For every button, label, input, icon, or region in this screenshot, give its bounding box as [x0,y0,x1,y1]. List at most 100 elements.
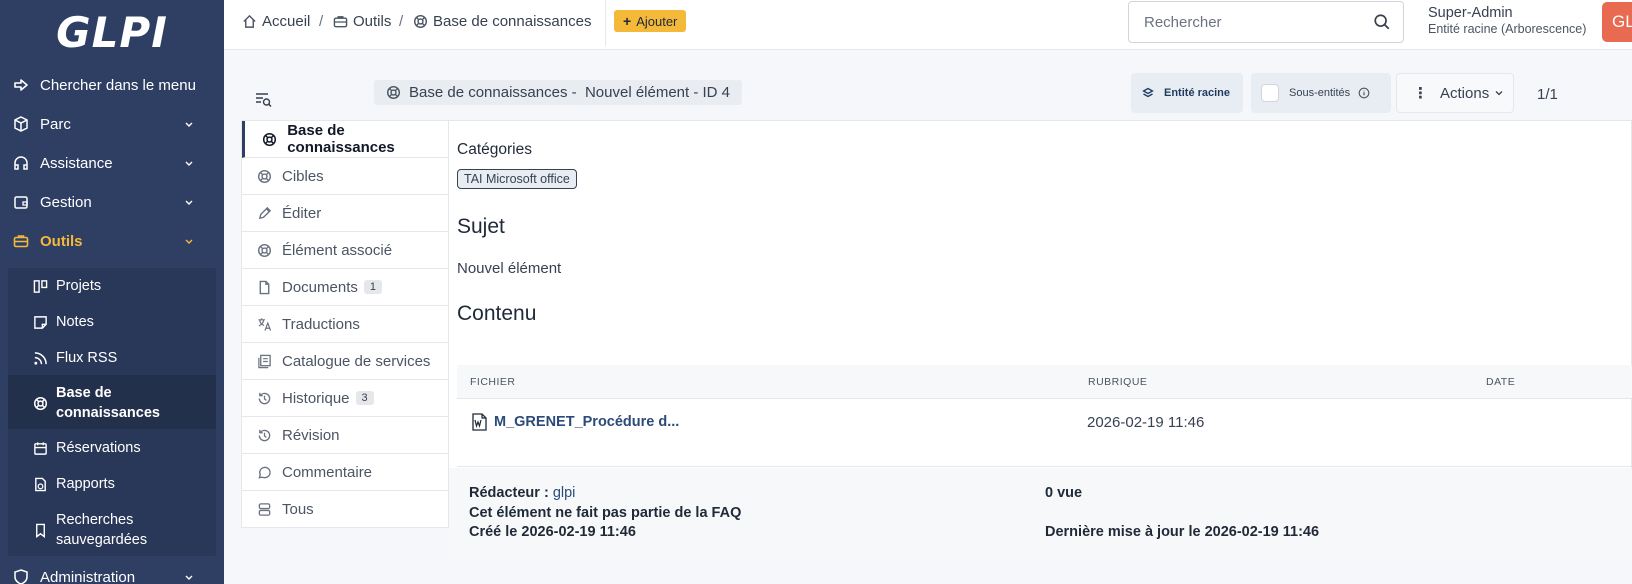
lifebuoy-icon [256,169,272,184]
chevron-down-icon [184,234,194,251]
lifebuoy-icon [32,395,48,411]
submenu-recherches-sauvegardees[interactable]: Recherches sauvegardées [8,506,216,552]
tab-editer[interactable]: Éditer [242,195,448,232]
documents-table: FICHIER RUBRIQUE DATE M_GRENET_Procédure… [457,365,1632,467]
search-input[interactable] [1144,2,1364,42]
tab-cibles[interactable]: Cibles [242,158,448,195]
lifebuoy-icon [262,132,277,147]
breadcrumb-kb[interactable]: Base de connaissances [413,13,591,30]
menu-parc[interactable]: Parc [0,105,224,143]
comment-icon [256,465,272,480]
tab-commentaire[interactable]: Commentaire [242,454,448,491]
layers-icon [1142,87,1154,99]
history-icon [256,428,272,443]
topbar: Accueil / Outils / Base de connaissances… [224,0,1632,50]
writer-line: Rédacteur : glpi [469,485,576,501]
view-count: 0 vue [1045,485,1083,501]
tab-traductions[interactable]: Traductions [242,306,448,343]
plus-icon: + [623,13,632,29]
arrow-right-icon [12,76,30,94]
search-icon[interactable] [1373,13,1391,36]
tab-catalogue-services[interactable]: Catalogue de services [242,343,448,380]
table-row: M_GRENET_Procédure d... 2026-02-19 11:46 [457,399,1632,467]
menu-search[interactable]: Chercher dans le menu [0,66,224,104]
lifebuoy-icon [413,14,428,29]
breadcrumb-home[interactable]: Accueil [242,13,310,30]
translate-icon [256,317,272,332]
subject-heading: Sujet [457,215,505,238]
stack-icon [256,502,272,517]
tab-documents[interactable]: Documents 1 [242,269,448,306]
file-link[interactable]: M_GRENET_Procédure d... [471,413,679,431]
sub-entities-toggle[interactable] [1261,84,1279,102]
category-badge[interactable]: TAI Microsoft office [457,169,577,189]
breadcrumb-tools[interactable]: Outils [333,13,391,30]
count-badge: 1 [363,280,382,294]
tab-element-associe[interactable]: Élément associé [242,232,448,269]
writer-link[interactable]: glpi [553,485,576,501]
search-box [1128,1,1404,43]
submenu-reservations[interactable]: Réservations [8,434,216,464]
tab-revision[interactable]: Révision [242,417,448,454]
faq-status: Cet élément ne fait pas partie de la FAQ [469,505,742,521]
word-file-icon [471,413,488,431]
chevron-down-icon [184,156,194,173]
briefcase-icon [333,14,348,29]
sub-entities-toggle-box: Sous-entités [1251,73,1391,113]
catalog-icon [256,354,272,369]
column-header[interactable]: FICHIER [470,376,516,388]
tab-tous[interactable]: Tous [242,491,448,528]
breadcrumb-separator: / [319,13,324,30]
updated-date: Dernière mise à jour le 2026-02-19 11:46 [1045,524,1320,540]
divider [605,0,606,46]
user-entity: Entité racine (Arborescence) [1428,22,1587,36]
submenu-notes[interactable]: Notes [8,308,216,338]
item-title: Base de connaissances - Nouvel élément -… [374,80,743,105]
submenu-flux-rss[interactable]: Flux RSS [8,344,216,374]
headset-icon [12,154,30,172]
categories-heading: Catégories [457,141,532,158]
submenu-base-de-connaissances[interactable]: Base de connaissances [8,375,216,429]
add-button[interactable]: + Ajouter [614,10,687,32]
actions-button[interactable]: ⋮ Actions [1396,73,1514,113]
project-icon [32,278,48,294]
menu-gestion[interactable]: Gestion [0,183,224,221]
calendar-icon [32,440,48,456]
file-icon [256,280,272,295]
lifebuoy-icon [386,85,401,100]
lifebuoy-icon [256,243,272,258]
entity-badge[interactable]: Entité racine [1131,73,1243,113]
submenu-projets[interactable]: Projets [8,272,216,302]
tab-historique[interactable]: Historique 3 [242,380,448,417]
chevron-down-icon [184,117,194,134]
history-icon [256,391,272,406]
menu-assistance[interactable]: Assistance [0,144,224,182]
outils-submenu: Projets Notes Flux RSS Base de connaissan… [8,268,216,556]
breadcrumb-separator: / [399,13,404,30]
column-header[interactable]: DATE [1486,376,1515,388]
kb-item-content: Catégories TAI Microsoft office Sujet No… [449,120,1632,560]
subject-value: Nouvel élément [457,260,562,277]
tab-list: Base de connaissances Cibles Éditer Élém… [241,120,449,528]
user-menu[interactable]: Super-Admin Entité racine (Arborescence) [1428,5,1586,36]
menu-administration[interactable]: Administration [0,558,224,584]
avatar[interactable]: GL [1602,2,1632,42]
wallet-icon [12,193,30,211]
kebab-icon: ⋮ [1413,85,1428,102]
tab-base-de-connaissances[interactable]: Base de connaissances [242,121,448,158]
column-header[interactable]: RUBRIQUE [1088,376,1147,388]
rubrique-cell: 2026-02-19 11:46 [1087,414,1205,431]
count-badge: 3 [355,391,374,405]
rss-icon [32,350,48,366]
user-name: Super-Admin [1428,5,1513,21]
chevron-down-icon [1494,85,1504,102]
submenu-rapports[interactable]: Rapports [8,470,216,500]
table-header: FICHIER RUBRIQUE DATE [457,365,1632,399]
home-icon [242,14,257,29]
menu-outils[interactable]: Outils [0,222,224,260]
shield-icon [12,568,30,584]
info-icon[interactable] [1358,87,1370,99]
glpi-logo[interactable]: GLPI [0,0,224,64]
toggle-tabs-icon[interactable] [254,90,272,113]
report-icon [32,476,48,492]
